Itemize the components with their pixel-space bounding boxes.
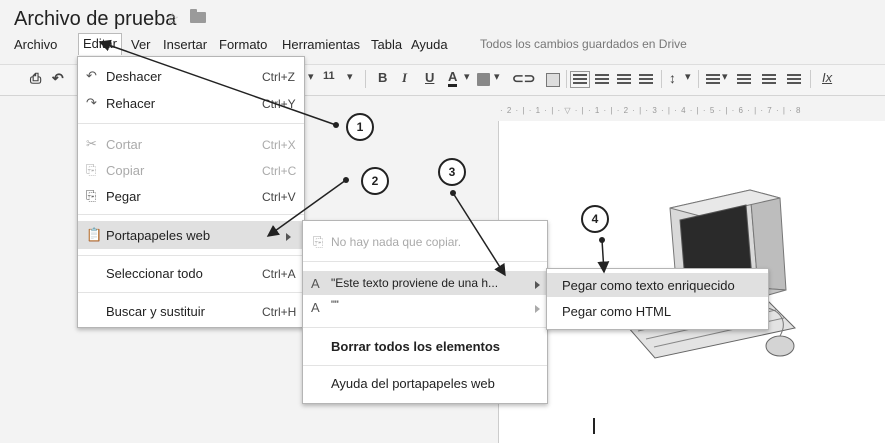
annotation-arrow-3 bbox=[452, 192, 506, 277]
callout-3: 3 bbox=[438, 158, 466, 186]
callout-2: 2 bbox=[361, 167, 389, 195]
annotation-arrows bbox=[98, 39, 610, 277]
callout-1: 1 bbox=[346, 113, 374, 141]
annotation-dot bbox=[450, 190, 456, 196]
annotation-arrow-4 bbox=[597, 239, 610, 274]
annotation-dot bbox=[333, 122, 339, 128]
annotation-arrow-2 bbox=[266, 179, 347, 237]
annotation-dot bbox=[599, 237, 605, 243]
callout-4: 4 bbox=[581, 205, 609, 233]
annotation-dot bbox=[343, 177, 349, 183]
annotation-arrow-1 bbox=[98, 39, 337, 126]
